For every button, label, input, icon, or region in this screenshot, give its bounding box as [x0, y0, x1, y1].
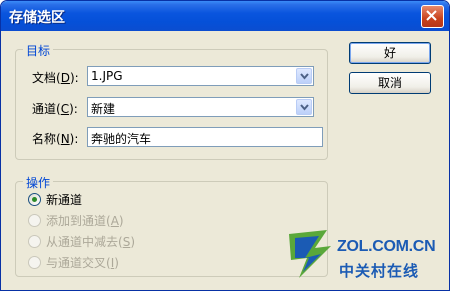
save-selection-dialog: 存储选区 目标 文档(D): 1.JPG 通道(C): 新建 名称(N): 奔驰… [0, 0, 450, 291]
channel-select[interactable]: 新建 [87, 97, 314, 117]
target-legend: 目标 [23, 42, 54, 59]
close-icon [426, 10, 437, 21]
radio-new-channel[interactable] [28, 193, 41, 206]
watermark-chinese: 中关村在线 [339, 262, 420, 280]
channel-dropdown-button[interactable] [296, 99, 312, 115]
name-label: 名称(N): [32, 132, 79, 146]
operation-legend: 操作 [23, 174, 54, 191]
title-bar[interactable]: 存储选区 [1, 1, 449, 31]
option-new-channel-label[interactable]: 新通道 [46, 191, 82, 208]
zol-watermark: ZOL.COM.CN 中关村在线 [285, 228, 445, 282]
option-add-to-channel-label[interactable]: 添加到通道(A) [46, 212, 124, 229]
option-intersect-with-channel-label[interactable]: 与通道交叉(I) [46, 254, 119, 271]
watermark-domain: ZOL.COM.CN [337, 238, 436, 255]
channel-label: 通道(C): [32, 102, 78, 116]
document-label: 文档(D): [32, 71, 79, 85]
zol-logo-icon [289, 230, 331, 278]
name-value: 奔驰的汽车 [91, 132, 152, 146]
dialog-title: 存储选区 [9, 10, 65, 26]
close-button[interactable] [421, 5, 444, 28]
radio-selected-dot [32, 197, 37, 202]
target-group: 目标 文档(D): 1.JPG 通道(C): 新建 名称(N): 奔驰的汽车 [15, 42, 328, 160]
name-input[interactable]: 奔驰的汽车 [87, 127, 323, 147]
chevron-down-icon [300, 73, 309, 80]
radio-intersect-with-channel[interactable] [28, 256, 41, 269]
radio-add-to-channel[interactable] [28, 214, 41, 227]
channel-value: 新建 [91, 102, 116, 116]
document-value: 1.JPG [91, 69, 123, 83]
option-subtract-from-channel-label[interactable]: 从通道中减去(S) [46, 233, 135, 250]
operation-group: 操作 新通道 添加到通道(A) 从通道中减去(S) 与通道交叉(I) [15, 174, 328, 277]
chevron-down-icon [300, 104, 309, 111]
ok-button[interactable]: 好 [349, 42, 431, 64]
radio-subtract-from-channel[interactable] [28, 235, 41, 248]
document-select[interactable]: 1.JPG [87, 66, 314, 86]
cancel-button[interactable]: 取消 [349, 72, 431, 94]
document-dropdown-button[interactable] [296, 68, 312, 84]
